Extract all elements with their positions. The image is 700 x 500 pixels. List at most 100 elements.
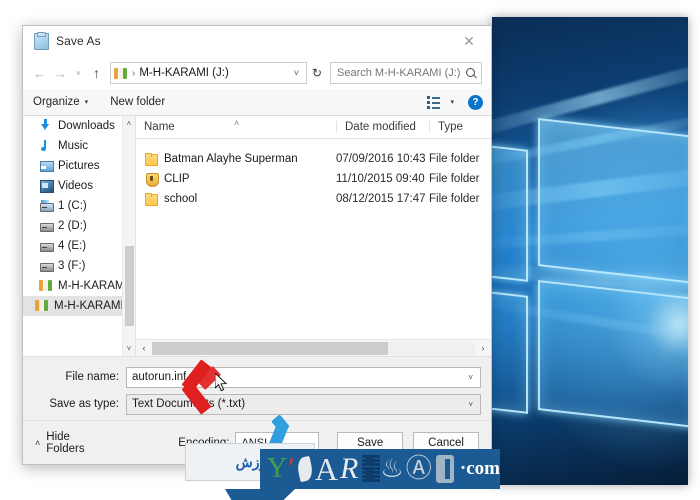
encoding-select[interactable]: ANSI — [235, 432, 319, 453]
file-name-cell[interactable]: Batman Alayhe Superman — [136, 152, 336, 166]
file-list-rows: Batman Alayhe Superman 07/09/2016 10:43 … — [136, 139, 491, 339]
file-type-cell: File folder — [429, 193, 491, 205]
file-name-cell[interactable]: CLIP — [136, 172, 336, 186]
organize-label: Organize — [33, 96, 80, 108]
column-header-name[interactable]: Name ˄ — [136, 121, 336, 133]
column-header-type[interactable]: Type — [429, 121, 491, 133]
sidebar-item-label: 2 (D:) — [58, 220, 87, 232]
dialog-titlebar: Save As ✕ — [23, 26, 491, 57]
filename-value: autorun.inf — [132, 371, 186, 383]
sidebar-item-label: Downloads — [58, 120, 115, 132]
chevron-down-icon[interactable]: ˅ — [464, 400, 477, 409]
sidebar-item-drive-c[interactable]: 1 (C:) — [23, 196, 135, 216]
search-icon — [466, 68, 477, 79]
filetype-value: Text Documents (*.txt) — [132, 398, 245, 410]
chevron-down-icon[interactable]: ˅ — [289, 68, 304, 78]
sidebar-item-drive-d[interactable]: 2 (D:) — [23, 216, 135, 236]
sidebar-item-pictures[interactable]: Pictures — [23, 156, 135, 176]
folder-icon — [144, 192, 158, 206]
drive-icon — [39, 239, 53, 253]
navigation-pane: Downloads Music Pictures Videos 1 (C:) 2… — [23, 116, 136, 356]
music-icon — [39, 139, 53, 153]
navpane-scrollbar[interactable]: ˄ ˅ — [122, 116, 135, 356]
sidebar-item-label: 1 (C:) — [58, 200, 87, 212]
chevron-down-icon[interactable]: ˅ — [464, 373, 477, 382]
dialog-title: Save As — [56, 34, 101, 48]
file-type-cell: File folder — [429, 153, 491, 165]
filename-row: File name: autorun.inf ˅ — [33, 366, 481, 388]
table-row[interactable]: Batman Alayhe Superman 07/09/2016 10:43 … — [136, 149, 491, 169]
sort-ascending-icon: ˄ — [234, 118, 239, 128]
scrollbar-track[interactable] — [152, 342, 475, 355]
hide-folders-button[interactable]: ˄ Hide Folders — [35, 431, 111, 455]
videos-icon — [39, 179, 53, 193]
search-box[interactable] — [330, 62, 482, 84]
sidebar-item-label: Music — [58, 140, 88, 152]
address-bar: ← → ˅ ↑ › M-H-KARAMI (J:) ˅ ↻ — [23, 57, 491, 89]
sidebar-item-music[interactable]: Music — [23, 136, 135, 156]
wallpaper-glow — [604, 249, 688, 399]
organize-button[interactable]: Organize ▾ — [33, 96, 88, 108]
scroll-left-icon[interactable]: ‹ — [136, 343, 152, 353]
refresh-icon[interactable]: ↻ — [307, 66, 327, 80]
wallpaper-windows10-hero — [492, 17, 688, 485]
close-icon[interactable]: ✕ — [447, 26, 491, 56]
sidebar-item-drive-f[interactable]: 3 (F:) — [23, 256, 135, 276]
new-folder-button[interactable]: New folder — [110, 96, 165, 108]
file-list-horizontal-scrollbar[interactable]: ‹ › — [136, 339, 491, 356]
breadcrumb-separator: › — [132, 68, 135, 79]
locked-folder-icon — [144, 172, 158, 186]
recent-locations-icon[interactable]: ˅ — [71, 62, 86, 84]
sidebar-item-drive-e[interactable]: 4 (E:) — [23, 236, 135, 256]
file-type-cell: File folder — [429, 173, 491, 185]
forward-icon[interactable]: → — [50, 62, 71, 84]
chevron-down-icon[interactable]: ▾ — [450, 98, 454, 106]
list-view-icon[interactable] — [427, 95, 443, 109]
file-date-cell: 08/12/2015 17:47 — [336, 193, 429, 205]
dialog-body: Downloads Music Pictures Videos 1 (C:) 2… — [23, 116, 491, 356]
sidebar-item-label: 4 (E:) — [58, 240, 86, 252]
sidebar-item-videos[interactable]: Videos — [23, 176, 135, 196]
scroll-right-icon[interactable]: › — [475, 343, 491, 353]
sidebar-item-karami-selected[interactable]: M-H-KARAMI (J:) — [23, 296, 135, 316]
scroll-down-icon[interactable]: ˅ — [127, 341, 132, 356]
filename-input[interactable]: autorun.inf ˅ — [126, 367, 481, 388]
sidebar-item-label: Videos — [58, 180, 93, 192]
scrollbar-thumb[interactable] — [125, 246, 134, 326]
drive-icon — [39, 259, 53, 273]
back-icon[interactable]: ← — [29, 62, 50, 84]
usb-drive-icon — [35, 299, 49, 313]
sidebar-item-label: 3 (F:) — [58, 260, 85, 272]
sidebar-item-downloads[interactable]: Downloads — [23, 116, 135, 136]
save-button[interactable]: Save — [337, 432, 403, 453]
breadcrumb-bar[interactable]: › M-H-KARAMI (J:) ˅ — [110, 62, 307, 84]
usb-drive-icon — [39, 279, 53, 293]
save-form: File name: autorun.inf ˅ Save as type: T… — [23, 356, 491, 420]
pictures-icon — [39, 159, 53, 173]
search-input[interactable] — [337, 67, 466, 79]
breadcrumb-path[interactable]: M-H-KARAMI (J:) — [139, 67, 228, 79]
downloads-icon — [39, 119, 53, 133]
table-row[interactable]: school 08/12/2015 17:47 File folder — [136, 189, 491, 209]
table-row[interactable]: CLIP 11/10/2015 09:40 File folder — [136, 169, 491, 189]
file-date-cell: 11/10/2015 09:40 — [336, 173, 429, 185]
filetype-label: Save as type: — [33, 398, 126, 410]
folder-icon — [144, 152, 158, 166]
cancel-button[interactable]: Cancel — [413, 432, 479, 453]
up-icon[interactable]: ↑ — [86, 62, 107, 84]
filetype-select[interactable]: Text Documents (*.txt) ˅ — [126, 394, 481, 415]
save-as-dialog: Save As ✕ ← → ˅ ↑ › M-H-KARAMI (J:) ˅ ↻ … — [22, 25, 492, 465]
notepad-document-icon — [33, 33, 49, 49]
dialog-footer: ˄ Hide Folders Encoding: ANSI Save Cance… — [23, 420, 491, 464]
chevron-up-icon: ˄ — [35, 438, 40, 448]
usb-drive-icon — [114, 67, 127, 80]
file-name-label: Batman Alayhe Superman — [164, 153, 298, 165]
filetype-row: Save as type: Text Documents (*.txt) ˅ — [33, 393, 481, 415]
column-header-date-modified[interactable]: Date modified — [336, 121, 429, 133]
sidebar-item-karami-tree[interactable]: M-H-KARAMI (J — [23, 276, 135, 296]
file-name-cell[interactable]: school — [136, 192, 336, 206]
scroll-up-icon[interactable]: ˄ — [127, 116, 132, 131]
help-icon[interactable]: ? — [468, 95, 483, 110]
scrollbar-thumb[interactable] — [152, 342, 388, 355]
encoding-label: Encoding: — [178, 437, 229, 449]
